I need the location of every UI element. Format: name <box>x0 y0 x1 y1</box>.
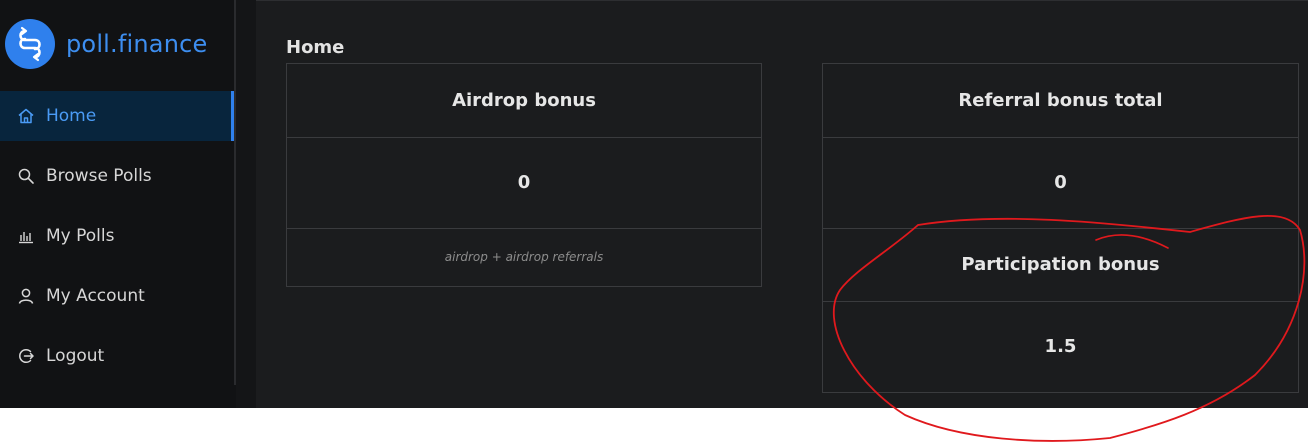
sidebar-item-logout[interactable]: Logout <box>0 331 234 381</box>
sidebar-item-my-polls[interactable]: My Polls <box>0 211 234 261</box>
participation-bonus-header: Participation bonus <box>823 228 1298 302</box>
card-header: Airdrop bonus <box>287 64 761 138</box>
referral-bonus-value: 0 <box>823 137 1298 229</box>
home-icon <box>18 108 34 124</box>
sidebar-item-label: My Account <box>46 286 145 306</box>
bar-chart-icon <box>19 232 33 244</box>
card-header: Referral bonus total <box>823 64 1298 138</box>
airdrop-bonus-card: Airdrop bonus 0 airdrop + airdrop referr… <box>286 63 762 287</box>
sidebar-item-browse-polls[interactable]: Browse Polls <box>0 151 234 201</box>
sidebar-item-label: Home <box>46 106 97 126</box>
app-window: poll.finance Home Browse Polls My Polls <box>0 0 1308 408</box>
sidebar: poll.finance Home Browse Polls My Polls <box>0 0 236 408</box>
user-icon <box>18 288 34 304</box>
logout-icon <box>19 349 34 363</box>
brand-name[interactable]: poll.finance <box>66 30 208 58</box>
search-icon <box>18 168 34 184</box>
sidebar-gutter <box>236 0 256 408</box>
sidebar-item-label: Logout <box>46 346 105 366</box>
card-footer: airdrop + airdrop referrals <box>444 250 604 264</box>
page-title: Home <box>286 37 345 58</box>
sidebar-item-label: My Polls <box>46 226 115 246</box>
referral-bonus-card: Referral bonus total 0 Participation bon… <box>822 63 1299 393</box>
sidebar-item-label: Browse Polls <box>46 166 152 186</box>
sidebar-item-home[interactable]: Home <box>0 91 234 141</box>
poll-finance-logo-icon[interactable] <box>5 19 55 69</box>
airdrop-bonus-value: 0 <box>287 137 761 229</box>
header-divider <box>256 0 1308 1</box>
participation-bonus-value: 1.5 <box>1044 336 1077 357</box>
sidebar-item-my-account[interactable]: My Account <box>0 271 234 321</box>
